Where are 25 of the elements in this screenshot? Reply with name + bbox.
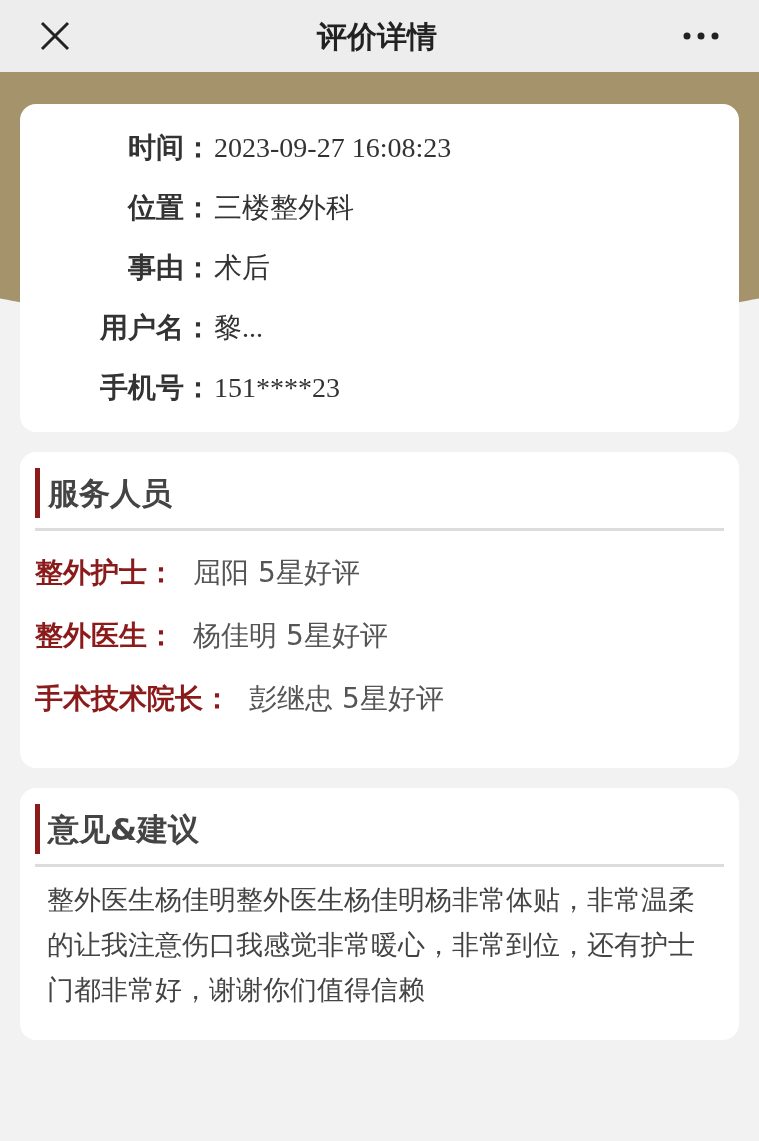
info-label: 事由： xyxy=(127,250,212,286)
info-value: 151****23 xyxy=(214,371,340,405)
close-icon xyxy=(40,21,70,51)
close-button[interactable] xyxy=(38,19,72,53)
section-title: 意见&建议 xyxy=(48,809,200,849)
staff-role: 手术技术院长： xyxy=(35,681,231,717)
info-label: 用户名： xyxy=(99,310,212,346)
section-title: 服务人员 xyxy=(48,473,172,513)
section-accent-bar xyxy=(35,468,40,518)
staff-rating: 彭继忠 5星好评 xyxy=(249,681,444,717)
staff-rating: 屈阳 5星好评 xyxy=(193,555,360,591)
feedback-text: 整外医生杨佳明整外医生杨佳明杨非常体贴，非常温柔的让我注意伤口我感觉非常暖心，非常到位，还有护士门都非常好，谢谢你们值得信赖 xyxy=(46,883,696,1007)
info-label: 手机号： xyxy=(99,370,212,406)
staff-role: 整外护士： xyxy=(35,555,175,591)
info-label: 时间： xyxy=(127,130,212,166)
info-label: 位置： xyxy=(126,190,212,226)
staff-rating: 杨佳明 5星好评 xyxy=(193,618,388,654)
page-title: 评价详情 xyxy=(316,17,437,56)
info-value: 2023-09-27 16:08:23 xyxy=(214,131,452,165)
more-icon xyxy=(683,32,719,40)
info-value: 黎... xyxy=(214,311,263,345)
info-value: 术后 xyxy=(214,251,270,285)
section-accent-bar xyxy=(35,804,40,854)
info-value: 三楼整外科 xyxy=(214,191,354,225)
staff-role: 整外医生： xyxy=(35,618,175,654)
